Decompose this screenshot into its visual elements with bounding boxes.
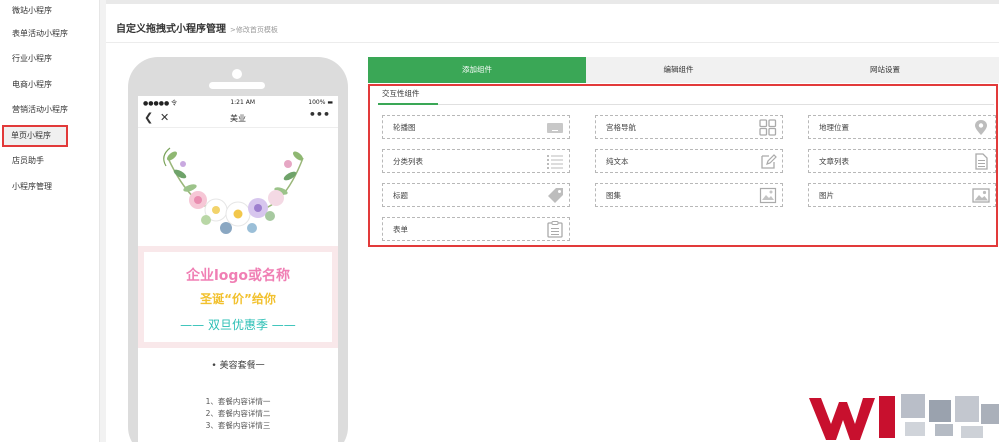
phone-status-bar: ●●●●● 令 1:21 AM 100% ▬ xyxy=(138,96,338,108)
main-content: 自定义拖拽式小程序管理 >修改首页模板 ●●●●● 令 1:21 AM 100%… xyxy=(106,0,999,442)
tab-add-component[interactable]: 添加组件 xyxy=(368,57,586,83)
component-location[interactable]: 地理位置 xyxy=(808,115,996,139)
component-label: 图片 xyxy=(819,191,834,200)
tag-icon xyxy=(548,188,563,203)
component-label: 轮播图 xyxy=(393,123,416,132)
package-list: 1、套餐内容详情一 2、套餐内容详情二 3、套餐内容详情三 xyxy=(138,396,338,432)
top-border xyxy=(106,0,999,4)
promo-slogan-text: 圣诞“价”给你 xyxy=(200,292,276,306)
document-icon xyxy=(975,153,988,170)
location-pin-icon xyxy=(975,120,987,135)
sidebar-item-form-activity[interactable]: 表单活动小程序 xyxy=(0,23,100,45)
component-label: 表单 xyxy=(393,225,408,234)
breadcrumb: 自定义拖拽式小程序管理 >修改首页模板 xyxy=(116,20,278,35)
tab-interactive-components[interactable]: 交互性组件 xyxy=(382,88,420,99)
component-gallery[interactable]: 图集 xyxy=(595,183,783,207)
company-name-text: 企业logo或名称 xyxy=(185,268,291,284)
app-window: 微站小程序 表单活动小程序 行业小程序 电商小程序 营销活动小程序 单页小程序 … xyxy=(0,0,999,442)
promo-season-text: —— 双旦优惠季 —— xyxy=(180,318,296,332)
floral-banner-image[interactable] xyxy=(138,128,338,246)
component-panel: 交互性组件 轮播图 宫格导航 地理位置 分类列表 纯文本 文章列表 标题 图集 … xyxy=(368,84,998,247)
promo-section[interactable]: 企业logo或名称 圣诞“价”给你 —— 双旦优惠季 —— xyxy=(138,246,338,348)
component-label: 宫格导航 xyxy=(606,123,636,132)
sidebar-item-single-page[interactable]: 单页小程序 xyxy=(2,125,68,147)
component-plain-text[interactable]: 纯文本 xyxy=(595,149,783,173)
page-subtitle-link[interactable]: >修改首页模板 xyxy=(230,25,278,35)
sidebar-item-industry[interactable]: 行业小程序 xyxy=(0,48,100,70)
panel-tab-active-underline xyxy=(378,103,438,105)
component-label: 标题 xyxy=(393,191,408,200)
phone-preview: ●●●●● 令 1:21 AM 100% ▬ ❮ ✕ 美业 ••• 企业logo… xyxy=(128,57,348,442)
header-divider xyxy=(106,42,999,43)
package-item: 3、套餐内容详情三 xyxy=(205,421,271,430)
list-icon xyxy=(547,155,563,169)
status-time: 1:21 AM xyxy=(230,98,256,106)
form-icon xyxy=(547,221,563,238)
signal-indicator: ●●●●● 令 xyxy=(143,99,178,107)
panel-tab-divider xyxy=(378,104,994,105)
promo-card: 企业logo或名称 圣诞“价”给你 —— 双旦优惠季 —— xyxy=(144,252,332,342)
tab-edit-component[interactable]: 编辑组件 xyxy=(586,57,771,83)
phone-screen: ●●●●● 令 1:21 AM 100% ▬ ❮ ✕ 美业 ••• 企业logo… xyxy=(138,96,338,442)
phone-nav-bar: ❮ ✕ 美业 ••• xyxy=(138,108,338,128)
grid-icon xyxy=(759,119,777,136)
sidebar-item-mini-program-manage[interactable]: 小程序管理 xyxy=(0,176,100,198)
package-item: 2、套餐内容详情二 xyxy=(205,409,271,418)
battery-indicator: 100% ▬ xyxy=(308,98,333,106)
edit-icon xyxy=(761,154,777,169)
component-title[interactable]: 标题 xyxy=(382,183,570,207)
component-article-list[interactable]: 文章列表 xyxy=(808,149,996,173)
image-icon xyxy=(972,188,990,203)
gallery-icon xyxy=(759,187,777,204)
package-title: • 美容套餐一 xyxy=(211,361,265,371)
package-item: 1、套餐内容详情一 xyxy=(205,397,271,406)
tab-site-settings[interactable]: 网站设置 xyxy=(771,57,999,83)
component-label: 文章列表 xyxy=(819,157,849,166)
watermark-logo xyxy=(809,394,999,440)
phone-speaker xyxy=(209,82,265,89)
component-category-list[interactable]: 分类列表 xyxy=(382,149,570,173)
component-carousel[interactable]: 轮播图 xyxy=(382,115,570,139)
sidebar-item-marketing[interactable]: 营销活动小程序 xyxy=(0,99,100,121)
editor-tabs: 添加组件 编辑组件 网站设置 xyxy=(368,57,999,83)
phone-camera xyxy=(232,69,242,79)
page-title: 自定义拖拽式小程序管理 xyxy=(116,24,226,35)
carousel-icon xyxy=(547,123,563,133)
component-label: 分类列表 xyxy=(393,157,423,166)
sidebar: 微站小程序 表单活动小程序 行业小程序 电商小程序 营销活动小程序 单页小程序 … xyxy=(0,0,100,442)
sidebar-item-micro-site[interactable]: 微站小程序 xyxy=(0,0,100,22)
more-icon[interactable]: ••• xyxy=(309,108,330,121)
floral-wreath-illustration xyxy=(163,147,304,234)
component-image[interactable]: 图片 xyxy=(808,183,996,207)
component-grid-nav[interactable]: 宫格导航 xyxy=(595,115,783,139)
sidebar-item-clerk-assistant[interactable]: 店员助手 xyxy=(0,150,100,172)
component-form[interactable]: 表单 xyxy=(382,217,570,241)
component-label: 图集 xyxy=(606,191,621,200)
component-label: 地理位置 xyxy=(819,123,849,132)
sidebar-item-ecommerce[interactable]: 电商小程序 xyxy=(0,74,100,96)
component-label: 纯文本 xyxy=(606,157,629,166)
